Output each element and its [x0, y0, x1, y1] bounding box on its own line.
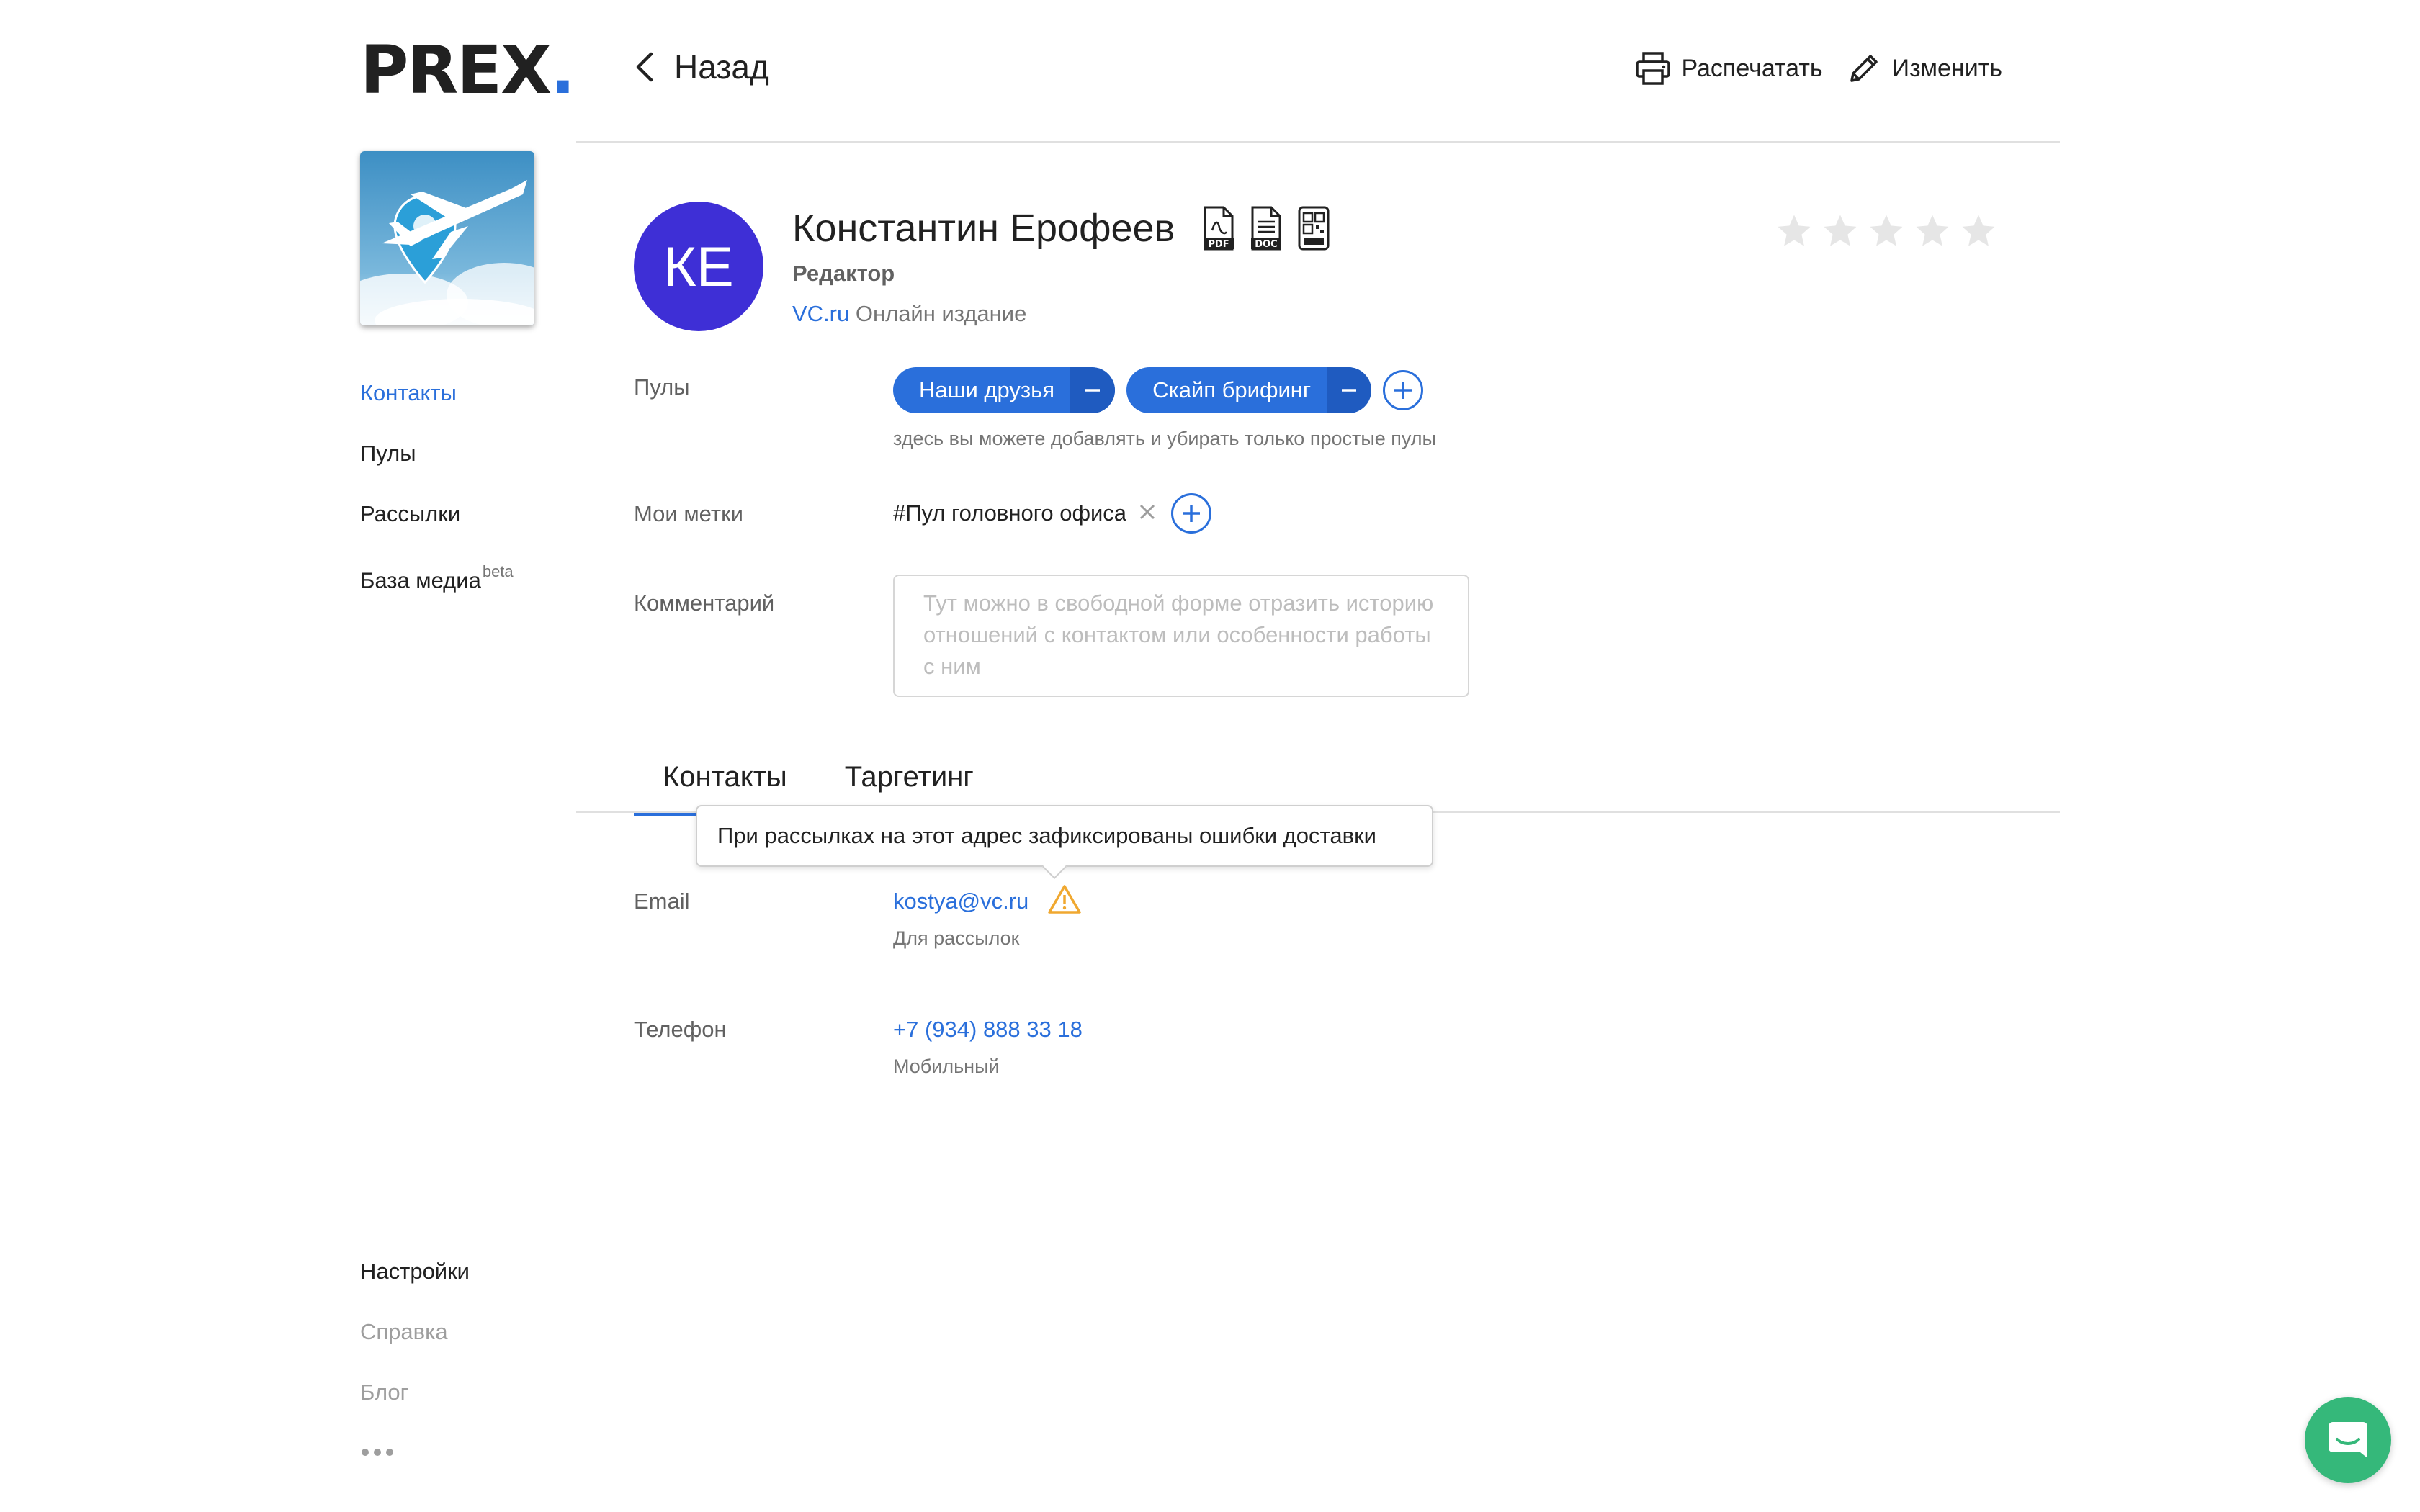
back-label: Назад [674, 48, 769, 86]
sidebar-item-mailings[interactable]: Рассылки [360, 495, 514, 556]
sidebar-item-blog[interactable]: Блог [360, 1374, 470, 1434]
contact-outlet: VC.ru Онлайн издание [792, 301, 1026, 327]
sidebar-nav: Контакты Пулы Рассылки База медиаbeta [360, 374, 514, 616]
email-type: Для рассылок [893, 927, 1020, 949]
tags-label: Мои метки [634, 501, 743, 526]
svg-text:PDF: PDF [1209, 239, 1229, 250]
comment-input[interactable] [893, 575, 1469, 697]
sidebar-item-settings[interactable]: Настройки [360, 1253, 470, 1313]
phone-type: Мобильный [893, 1056, 1000, 1077]
tag-item: #Пул головного офиса [893, 500, 1127, 526]
star-icon[interactable] [1959, 212, 1998, 251]
close-icon [1139, 504, 1155, 519]
add-pool-button[interactable] [1383, 370, 1424, 410]
chevron-left-icon [636, 52, 653, 82]
tooltip-text: При рассылках на этот адрес зафиксирован… [717, 823, 1376, 848]
pool-chip-label: Скайп брифинг [1152, 377, 1312, 402]
email-link[interactable]: kostya@vc.ru [893, 888, 1028, 914]
sidebar-bottom-nav: Настройки Справка Блог [360, 1253, 470, 1434]
pool-chip: Наши друзья [893, 367, 1116, 413]
sidebar-item-help[interactable]: Справка [360, 1313, 470, 1374]
minus-icon [1342, 389, 1357, 392]
outlet-link[interactable]: VC.ru [792, 301, 849, 326]
remove-tag-button[interactable] [1138, 500, 1157, 528]
pools-label: Пулы [634, 374, 690, 400]
more-icon[interactable] [362, 1449, 393, 1456]
remove-pool-button[interactable] [1327, 367, 1372, 413]
pools-hint: здесь вы можете добавлять и убирать толь… [893, 428, 1436, 449]
chat-button[interactable] [2305, 1397, 2391, 1483]
plus-icon [1394, 382, 1412, 399]
minus-icon [1085, 389, 1101, 392]
print-button[interactable]: Распечатать [1635, 50, 1823, 86]
pool-chip-label: Наши друзья [919, 377, 1055, 402]
sidebar-item-media-base[interactable]: База медиаbeta [360, 556, 514, 616]
add-tag-button[interactable] [1171, 493, 1212, 534]
email-label: Email [634, 888, 690, 914]
star-icon[interactable] [1775, 212, 1814, 251]
prex-logo[interactable]: PREX. [360, 37, 575, 104]
back-button[interactable]: Назад [634, 48, 769, 86]
pool-chip: Скайп брифинг [1126, 367, 1372, 413]
outlet-type: Онлайн издание [855, 301, 1027, 326]
avatar: КЕ [634, 202, 763, 331]
edit-button[interactable]: Изменить [1846, 50, 2002, 86]
plus-icon [1183, 505, 1201, 522]
sidebar-item-pools[interactable]: Пулы [360, 435, 514, 495]
svg-text:DOC: DOC [1255, 239, 1278, 250]
contact-name: Константин Ерофеев [792, 207, 1175, 250]
star-icon[interactable] [1821, 212, 1860, 251]
phone-link[interactable]: +7 (934) 888 33 18 [893, 1017, 1083, 1043]
pencil-icon [1850, 55, 1878, 82]
doc-export-icon[interactable]: DOC [1250, 206, 1283, 251]
remove-pool-button[interactable] [1070, 367, 1116, 413]
printer-icon [1636, 52, 1671, 85]
sidebar-item-contacts[interactable]: Контакты [360, 374, 514, 435]
qr-code-icon[interactable] [1297, 206, 1330, 251]
warning-icon[interactable] [1048, 884, 1081, 918]
comment-label: Комментарий [634, 590, 775, 616]
chat-icon [2329, 1422, 2367, 1458]
contact-role: Редактор [792, 261, 895, 286]
beta-badge: beta [482, 562, 514, 580]
star-icon[interactable] [1867, 212, 1906, 251]
phone-label: Телефон [634, 1017, 727, 1042]
organization-logo-image [360, 151, 534, 325]
header-divider [576, 141, 2060, 143]
pdf-export-icon[interactable]: PDF [1202, 206, 1235, 251]
print-label: Распечатать [1681, 54, 1823, 82]
rating-stars[interactable] [1775, 212, 1998, 251]
star-icon[interactable] [1913, 212, 1952, 251]
edit-label: Изменить [1891, 54, 2002, 82]
delivery-error-tooltip: При рассылках на этот адрес зафиксирован… [696, 805, 1433, 879]
